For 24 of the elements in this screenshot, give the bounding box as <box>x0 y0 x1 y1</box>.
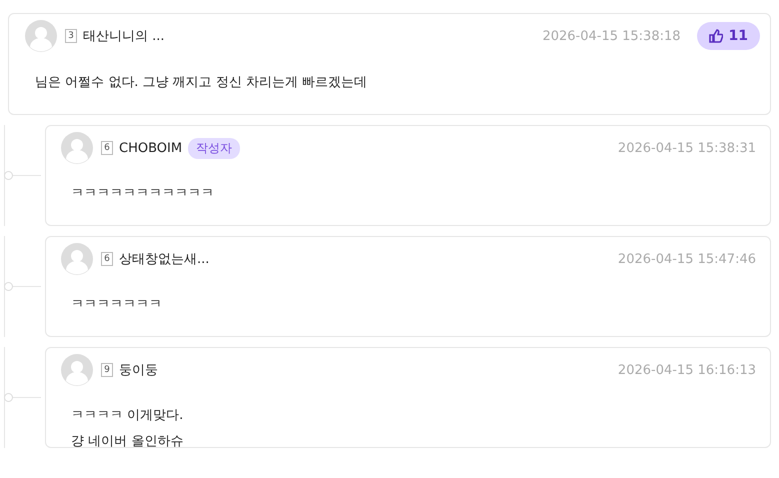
avatar-icon <box>61 132 93 164</box>
author-name[interactable]: 태산니니의 ... <box>83 27 165 45</box>
author-name[interactable]: 상태창없는새... <box>119 250 210 268</box>
comment-time: 2026-04-15 16:16:13 <box>618 362 756 378</box>
thumbs-up-icon <box>708 29 723 43</box>
comment-time: 2026-04-15 15:38:18 <box>542 28 681 44</box>
avatar-icon <box>61 243 93 275</box>
level-badge: 6 <box>101 141 113 155</box>
level-badge: 9 <box>101 363 113 377</box>
comment-text: ㅋㅋㅋㅋㅋㅋㅋㅋㅋㅋㅋ <box>71 185 215 202</box>
avatar-icon <box>25 20 57 52</box>
comment-text: ㅋㅋㅋㅋ 이게맞다. <box>71 407 184 424</box>
author-name[interactable]: 둥이둥 <box>119 361 158 379</box>
level-badge: 6 <box>101 252 113 266</box>
author-name[interactable]: CHOBOIM <box>119 140 182 156</box>
comment-text: 님은 어쩔수 없다. 그냥 깨지고 정신 차리는게 빠르겠는데 <box>35 74 368 91</box>
writer-badge: 작성자 <box>188 138 240 158</box>
avatar-icon <box>61 354 93 386</box>
comment-text: ㅋㅋㅋㅋㅋㅋㅋ <box>71 296 163 313</box>
comment-time: 2026-04-15 15:47:46 <box>618 252 756 266</box>
level-badge: 3 <box>65 29 77 43</box>
comment-text: 걍 네이버 올인하슈 <box>71 433 184 450</box>
comment-time: 2026-04-15 15:38:31 <box>618 140 756 156</box>
like-button[interactable]: 11 <box>696 22 760 50</box>
